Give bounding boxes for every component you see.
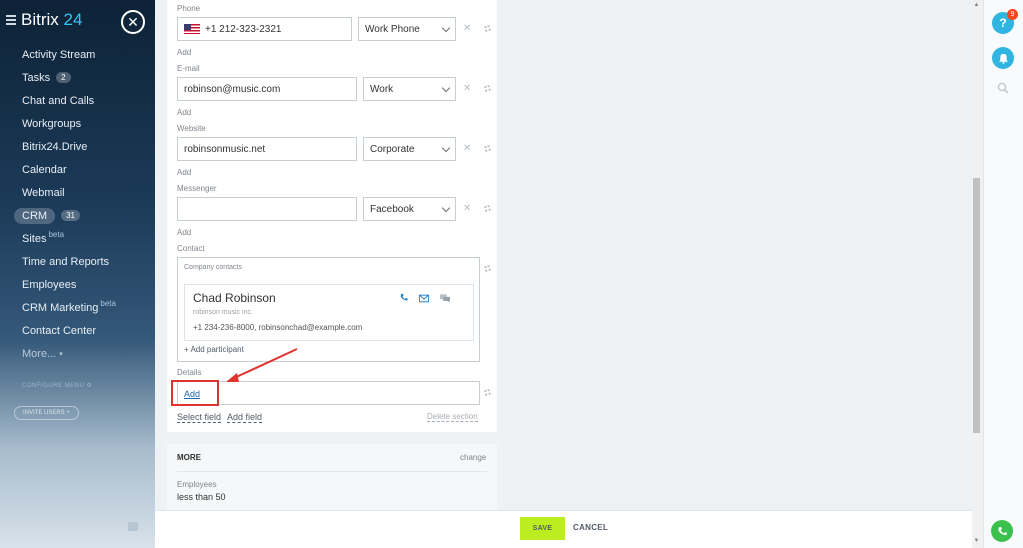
- delete-section-link[interactable]: Delete section: [427, 412, 478, 422]
- more-title: MORE: [177, 453, 201, 462]
- gear-icon[interactable]: [484, 389, 491, 396]
- logo[interactable]: Bitrix 24: [21, 10, 82, 30]
- email-icon[interactable]: [419, 294, 429, 303]
- divider: [177, 471, 487, 472]
- add-website-link[interactable]: Add: [177, 168, 191, 177]
- counter-badge: 2: [56, 72, 71, 83]
- more-section: [167, 444, 497, 514]
- chevron-down-icon: [441, 203, 451, 212]
- messenger-type-select[interactable]: Facebook: [363, 197, 456, 221]
- employees-value: less than 50: [177, 492, 226, 502]
- menu-icon[interactable]: [6, 15, 16, 27]
- sidebar-item-chat[interactable]: Chat and Calls: [0, 89, 155, 112]
- gear-icon[interactable]: [484, 145, 491, 152]
- save-button[interactable]: SAVE: [520, 517, 565, 540]
- contact-company: robinson music inc.: [193, 309, 253, 316]
- chevron-down-icon: ▾: [59, 350, 63, 358]
- help-icon: ?: [999, 16, 1007, 30]
- select-field-link[interactable]: Select field: [177, 412, 222, 423]
- add-field-link[interactable]: Add field: [227, 412, 263, 423]
- cancel-button[interactable]: CANCEL: [573, 523, 608, 532]
- website-label: Website: [177, 124, 206, 133]
- sidebar-item-sites[interactable]: Sites beta: [0, 227, 155, 250]
- details-label: Details: [177, 368, 202, 377]
- sidebar-item-calendar[interactable]: Calendar: [0, 158, 155, 181]
- company-contacts-label: Company contacts: [184, 264, 242, 271]
- arrow-annotation: [226, 348, 298, 382]
- bell-icon: [998, 53, 1008, 64]
- website-type-select[interactable]: Corporate: [363, 137, 456, 161]
- sidebar: Bitrix 24 Activity Stream Tasks 2 Chat an…: [0, 0, 155, 548]
- highlight-box: [171, 380, 219, 406]
- add-phone-link[interactable]: Add: [177, 48, 191, 57]
- website-field[interactable]: robinsonmusic.net: [177, 137, 357, 161]
- chat-icon[interactable]: [440, 294, 450, 303]
- employees-label: Employees: [177, 480, 217, 489]
- chevron-down-icon: [441, 143, 451, 152]
- sidebar-item-webmail[interactable]: Webmail: [0, 181, 155, 204]
- print-icon[interactable]: [128, 522, 138, 531]
- close-icon: ✕: [127, 14, 139, 30]
- sidebar-item-drive[interactable]: Bitrix24.Drive: [0, 135, 155, 158]
- us-flag-icon[interactable]: [184, 24, 200, 34]
- email-type-select[interactable]: Work: [363, 77, 456, 101]
- remove-icon[interactable]: ✕: [463, 143, 471, 154]
- help-counter-badge: 9: [1007, 9, 1018, 20]
- scroll-up-icon[interactable]: ▲: [972, 2, 981, 10]
- phone-type-select[interactable]: Work Phone: [358, 17, 456, 41]
- contact-label: Contact: [177, 244, 205, 253]
- call-button[interactable]: [991, 520, 1013, 542]
- sidebar-nav: Activity Stream Tasks 2 Chat and Calls Wo…: [0, 43, 155, 365]
- gear-icon[interactable]: [484, 265, 491, 272]
- gear-icon[interactable]: [484, 205, 491, 212]
- remove-icon[interactable]: ✕: [463, 203, 471, 214]
- change-link[interactable]: change: [460, 453, 486, 462]
- search-icon[interactable]: [997, 82, 1009, 94]
- chevron-down-icon: [441, 83, 451, 92]
- remove-icon[interactable]: ✕: [463, 23, 471, 34]
- gear-icon[interactable]: [484, 85, 491, 92]
- remove-icon[interactable]: ✕: [463, 83, 471, 94]
- invite-users-button[interactable]: INVITE USERS +: [14, 406, 79, 420]
- gear-icon[interactable]: [484, 25, 491, 32]
- sidebar-item-tasks[interactable]: Tasks 2: [0, 66, 155, 89]
- add-messenger-link[interactable]: Add: [177, 228, 191, 237]
- scroll-down-icon[interactable]: ▼: [972, 538, 981, 546]
- configure-menu-link[interactable]: CONFIGURE MENU ⚙: [22, 382, 92, 389]
- contact-info: +1 234-236-8000, robinsonchad@example.co…: [193, 323, 363, 332]
- sidebar-item-crm-marketing[interactable]: CRM Marketing beta: [0, 296, 155, 319]
- contact-name[interactable]: Chad Robinson: [193, 291, 276, 305]
- email-field[interactable]: robinson@music.com: [177, 77, 357, 101]
- add-email-link[interactable]: Add: [177, 108, 191, 117]
- phone-icon: [997, 526, 1007, 535]
- email-label: E-mail: [177, 64, 200, 73]
- chevron-down-icon: [441, 23, 451, 32]
- phone-label: Phone: [177, 4, 201, 13]
- phone-input[interactable]: +1 212-323-2321: [177, 17, 352, 41]
- sidebar-item-activity-stream[interactable]: Activity Stream: [0, 43, 155, 66]
- gear-icon: ⚙: [86, 383, 93, 389]
- notifications-button[interactable]: [992, 47, 1014, 69]
- sidebar-item-time-reports[interactable]: Time and Reports: [0, 250, 155, 273]
- close-slider-button[interactable]: ✕: [121, 10, 145, 34]
- sidebar-item-employees[interactable]: Employees: [0, 273, 155, 296]
- messenger-label: Messenger: [177, 184, 217, 193]
- sidebar-item-workgroups[interactable]: Workgroups: [0, 112, 155, 135]
- counter-badge: 31: [61, 210, 80, 221]
- sidebar-item-contact-center[interactable]: Contact Center: [0, 319, 155, 342]
- sidebar-item-more[interactable]: More... ▾: [0, 342, 155, 365]
- messenger-field[interactable]: [177, 197, 357, 221]
- sidebar-item-crm[interactable]: CRM 31: [0, 204, 155, 227]
- scrollbar-thumb[interactable]: [973, 178, 980, 433]
- phone-icon[interactable]: [399, 293, 409, 302]
